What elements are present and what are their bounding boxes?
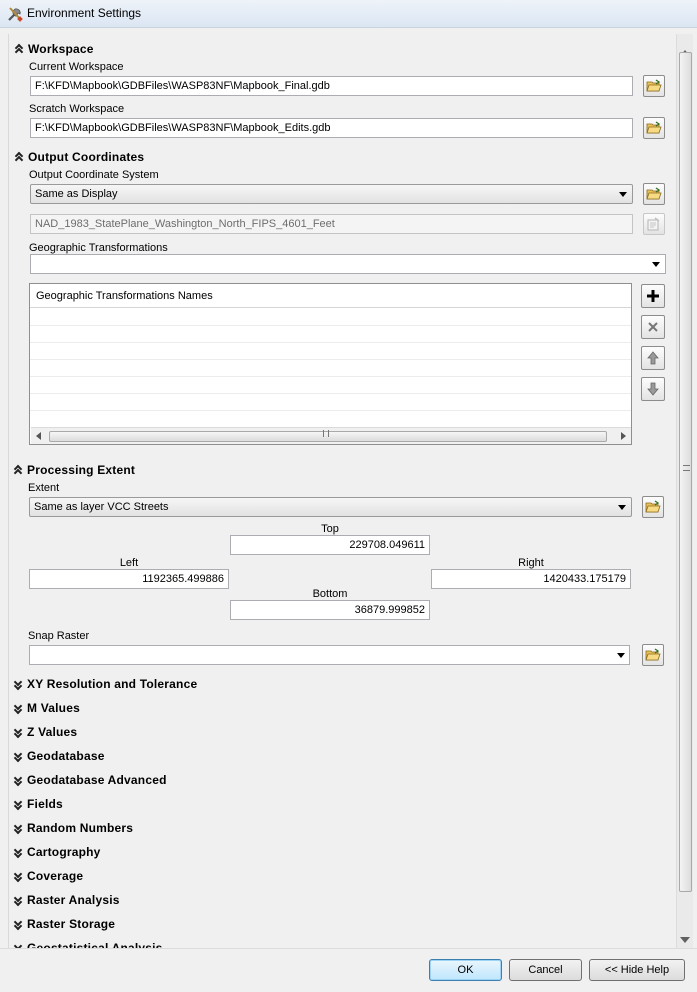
geographic-transformations-table[interactable]: Geographic Transformations Names — [29, 283, 632, 445]
expand-chevron-icon[interactable] — [13, 749, 23, 763]
collapsed-section-header[interactable]: Coverage — [27, 869, 83, 883]
table-row[interactable] — [30, 394, 631, 411]
table-row[interactable] — [30, 343, 631, 360]
collapsed-section-header[interactable]: Cartography — [27, 845, 101, 859]
table-row[interactable] — [30, 411, 631, 428]
collapse-chevron-icon[interactable] — [13, 464, 23, 478]
right-label: Right — [518, 557, 544, 569]
folder-open-icon — [646, 187, 662, 200]
move-up-button[interactable] — [641, 346, 665, 370]
collapsed-section-header[interactable]: Fields — [27, 797, 63, 811]
table-header: Geographic Transformations Names — [30, 284, 631, 308]
projection-name-field: NAD_1983_StatePlane_Washington_North_FIP… — [30, 214, 633, 234]
grip-icon — [323, 430, 329, 437]
scroll-left-icon[interactable] — [36, 432, 41, 440]
bottom-label: Bottom — [312, 588, 348, 600]
browse-scratch-workspace-button[interactable] — [643, 117, 665, 139]
expand-chevron-icon[interactable] — [13, 725, 23, 739]
collapse-chevron-icon[interactable] — [14, 43, 24, 57]
collapsed-section-header[interactable]: M Values — [27, 701, 80, 715]
snap-raster-select[interactable] — [29, 645, 630, 665]
remove-transformation-button[interactable] — [641, 315, 665, 339]
collapsed-section-header[interactable]: Raster Analysis — [27, 893, 120, 907]
expand-chevron-icon[interactable] — [13, 893, 23, 907]
snap-raster-label: Snap Raster — [28, 630, 90, 642]
arrow-down-icon — [647, 382, 659, 396]
browse-snap-raster-button[interactable] — [642, 644, 664, 666]
hide-help-button[interactable]: << Hide Help — [589, 959, 685, 981]
expand-chevron-icon[interactable] — [13, 821, 23, 835]
properties-icon — [647, 217, 660, 231]
expand-chevron-icon[interactable] — [13, 677, 23, 691]
add-transformation-button[interactable] — [641, 284, 665, 308]
expand-chevron-icon[interactable] — [13, 845, 23, 859]
folder-open-icon — [645, 500, 661, 513]
dropdown-arrow-icon — [619, 192, 627, 197]
x-icon — [648, 322, 658, 332]
folder-open-icon — [646, 121, 662, 134]
right-extent-input[interactable]: 1420433.175179 — [431, 569, 631, 589]
top-label: Top — [321, 523, 339, 535]
left-label: Left — [119, 557, 139, 569]
geographic-transformations-label: Geographic Transformations — [29, 242, 168, 254]
dropdown-arrow-icon — [617, 653, 625, 658]
expand-chevron-icon[interactable] — [13, 773, 23, 787]
table-row[interactable] — [30, 326, 631, 343]
expand-chevron-icon[interactable] — [13, 917, 23, 931]
section-processing-extent[interactable]: Processing Extent — [27, 463, 135, 477]
expand-chevron-icon[interactable] — [13, 797, 23, 811]
output-coordinate-system-select[interactable]: Same as Display — [30, 184, 633, 204]
collapsed-section-header[interactable]: XY Resolution and Tolerance — [27, 677, 197, 691]
coordinate-properties-button — [643, 213, 665, 235]
section-output-coordinates[interactable]: Output Coordinates — [28, 150, 144, 164]
dropdown-arrow-icon — [652, 262, 660, 267]
ok-button[interactable]: OK — [429, 959, 502, 981]
left-extent-input[interactable]: 1192365.499886 — [29, 569, 229, 589]
plus-icon — [647, 290, 659, 302]
extent-value: Same as layer VCC Streets — [34, 501, 169, 513]
table-horizontal-scrollbar[interactable] — [31, 427, 631, 444]
collapsed-section-header[interactable]: Random Numbers — [27, 821, 133, 835]
table-row[interactable] — [30, 309, 631, 326]
bottom-extent-input[interactable]: 36879.999852 — [230, 600, 430, 620]
collapsed-section-header[interactable]: Raster Storage — [27, 917, 115, 931]
collapsed-section-header[interactable]: Geodatabase Advanced — [27, 773, 167, 787]
output-coordinate-system-value: Same as Display — [35, 188, 118, 200]
vertical-scrollbar[interactable] — [676, 34, 693, 948]
extent-label: Extent — [28, 482, 60, 494]
window-title: Environment Settings — [27, 6, 142, 20]
browse-coordinate-system-button[interactable] — [643, 183, 665, 205]
table-row[interactable] — [30, 377, 631, 394]
grip-icon — [683, 465, 690, 471]
output-coordinate-system-label: Output Coordinate System — [29, 169, 159, 181]
move-down-button[interactable] — [641, 377, 665, 401]
current-workspace-input[interactable]: F:\KFD\Mapbook\GDBFiles\WASP83NF\Mapbook… — [30, 76, 633, 96]
extent-select[interactable]: Same as layer VCC Streets — [29, 497, 632, 517]
scratch-workspace-label: Scratch Workspace — [29, 103, 125, 115]
folder-open-icon — [646, 79, 662, 92]
dropdown-arrow-icon — [618, 505, 626, 510]
browse-current-workspace-button[interactable] — [643, 75, 665, 97]
expand-chevron-icon[interactable] — [13, 701, 23, 715]
table-row[interactable] — [30, 360, 631, 377]
arrow-up-icon — [647, 351, 659, 365]
settings-panel: Workspace Current Workspace F:\KFD\Mapbo… — [8, 34, 676, 948]
collapsed-section-header[interactable]: Z Values — [27, 725, 77, 739]
section-workspace[interactable]: Workspace — [28, 42, 94, 56]
folder-open-icon — [645, 648, 661, 661]
top-extent-input[interactable]: 229708.049611 — [230, 535, 430, 555]
collapse-chevron-icon[interactable] — [14, 151, 24, 165]
cancel-button[interactable]: Cancel — [509, 959, 582, 981]
expand-chevron-icon[interactable] — [13, 869, 23, 883]
scroll-thumb[interactable] — [679, 52, 692, 892]
scratch-workspace-input[interactable]: F:\KFD\Mapbook\GDBFiles\WASP83NF\Mapbook… — [30, 118, 633, 138]
browse-extent-button[interactable] — [642, 496, 664, 518]
geographic-transformations-select[interactable] — [30, 254, 666, 274]
title-bar: Environment Settings — [0, 0, 697, 28]
scroll-down-icon[interactable] — [680, 937, 690, 943]
current-workspace-label: Current Workspace — [29, 61, 124, 73]
tools-icon — [8, 7, 23, 22]
collapsed-section-header[interactable]: Geodatabase — [27, 749, 105, 763]
scroll-right-icon[interactable] — [621, 432, 626, 440]
